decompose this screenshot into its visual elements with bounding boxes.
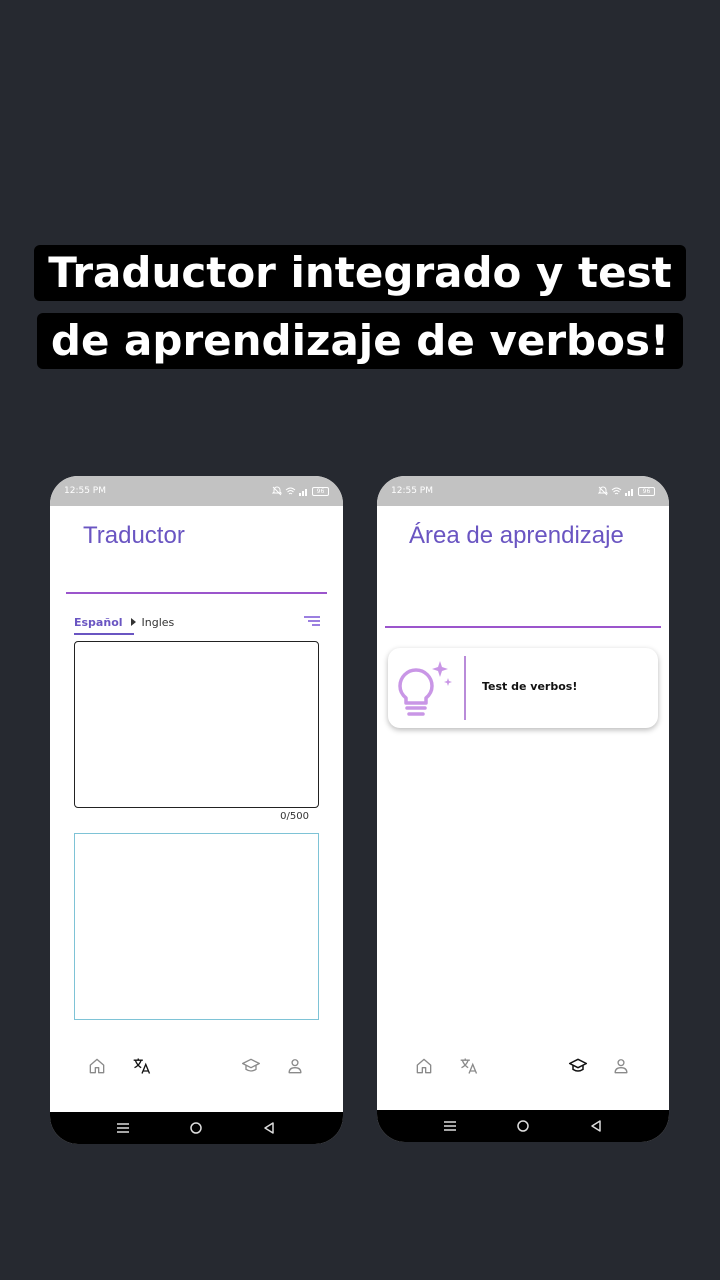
menu-icon[interactable]: [115, 1120, 131, 1136]
caret-right-icon: [130, 618, 136, 626]
lightbulb-sparkle-icon: [398, 661, 452, 716]
tab-target-language[interactable]: Ingles: [142, 616, 175, 633]
home-icon: [89, 1058, 105, 1074]
wifi-icon: [611, 487, 622, 494]
source-text-input[interactable]: [74, 641, 319, 808]
signal-icon: [625, 488, 633, 496]
status-time: 12:55 PM: [391, 486, 433, 496]
system-nav-bar: [50, 1112, 343, 1144]
nav-home[interactable]: [85, 1054, 109, 1078]
home-icon: [416, 1058, 432, 1074]
school-icon: [568, 1058, 588, 1072]
mute-icon: [272, 486, 282, 496]
bottom-nav: [377, 1046, 669, 1086]
card-divider: [464, 656, 466, 720]
status-icons: 96: [272, 486, 329, 496]
battery-icon: 96: [638, 486, 655, 496]
verb-test-card[interactable]: Test de verbos!: [388, 648, 658, 728]
translate-icon: [133, 1058, 151, 1074]
nav-learning[interactable]: [239, 1054, 263, 1078]
wifi-icon: [285, 487, 296, 494]
translate-icon: [460, 1058, 478, 1074]
status-icons: 96: [598, 486, 655, 496]
signal-icon: [299, 488, 307, 496]
home-circle-icon[interactable]: [188, 1120, 204, 1136]
headline-line-2: de aprendizaje de verbos!: [0, 313, 720, 369]
page-title: Área de aprendizaje: [409, 522, 624, 549]
back-icon[interactable]: [261, 1120, 277, 1136]
status-time: 12:55 PM: [64, 486, 106, 496]
headline-line-1: Traductor integrado y test: [0, 245, 720, 301]
menu-icon[interactable]: [442, 1118, 458, 1134]
character-counter: 0/500: [280, 811, 309, 822]
language-selector: Español Ingles: [74, 612, 320, 636]
phone-learning-area: 12:55 PM 96 Área de aprendizaje Test de …: [377, 476, 669, 1142]
person-icon: [288, 1059, 302, 1074]
back-icon[interactable]: [588, 1118, 604, 1134]
bottom-nav: [50, 1046, 343, 1086]
phone-translator: 12:55 PM 96 Traductor Español Ingles 0/5…: [50, 476, 343, 1144]
status-bar: 12:55 PM 96: [50, 476, 343, 506]
title-divider: [385, 626, 661, 628]
system-nav-bar: [377, 1110, 669, 1142]
title-divider: [66, 592, 327, 594]
nav-home[interactable]: [412, 1054, 436, 1078]
page-title: Traductor: [83, 522, 185, 549]
nav-profile[interactable]: [283, 1054, 307, 1078]
translation-output: [74, 833, 319, 1020]
nav-profile[interactable]: [609, 1054, 633, 1078]
status-bar: 12:55 PM 96: [377, 476, 669, 506]
nav-translate[interactable]: [130, 1054, 154, 1078]
nav-learning[interactable]: [566, 1054, 590, 1078]
tab-source-language[interactable]: Español: [74, 616, 134, 635]
sort-icon[interactable]: [304, 616, 320, 628]
person-icon: [614, 1059, 628, 1074]
home-circle-icon[interactable]: [515, 1118, 531, 1134]
battery-icon: 96: [312, 486, 329, 496]
school-icon: [242, 1058, 260, 1072]
mute-icon: [598, 486, 608, 496]
nav-translate[interactable]: [457, 1054, 481, 1078]
card-label: Test de verbos!: [482, 680, 578, 693]
